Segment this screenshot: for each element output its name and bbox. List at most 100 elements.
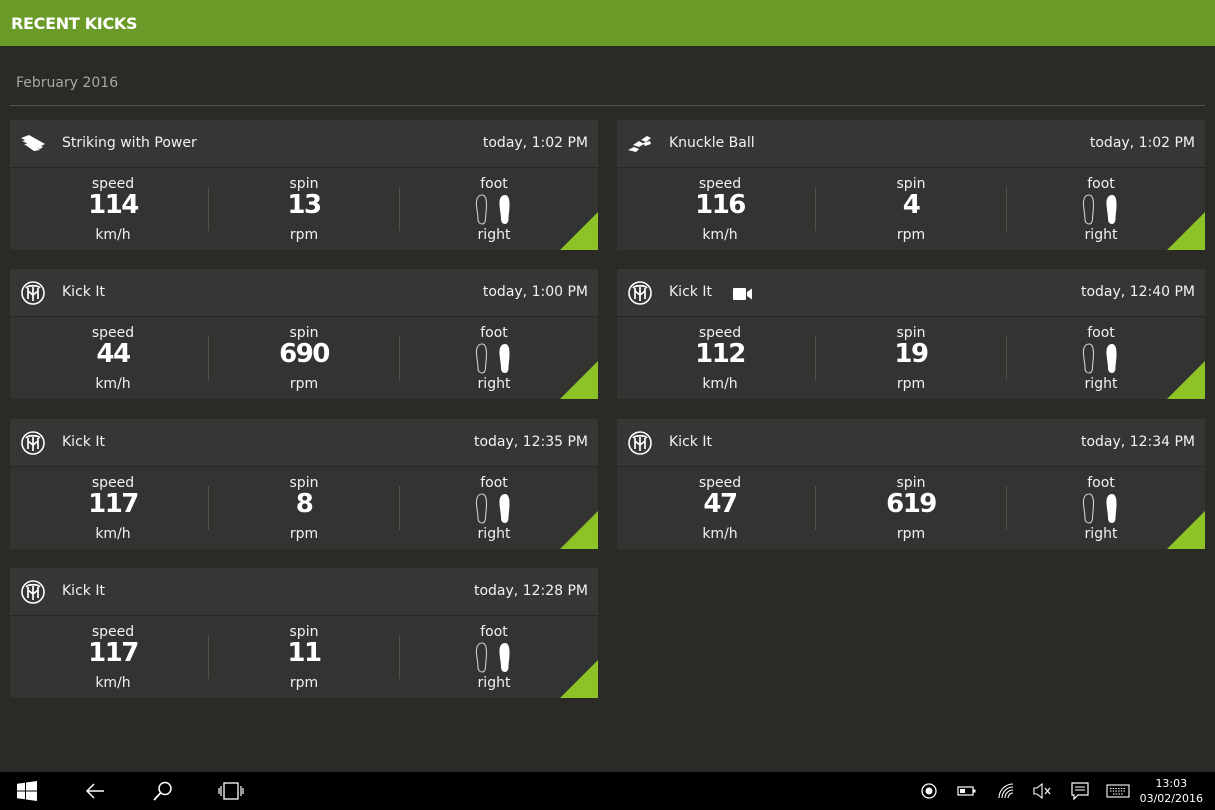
speed-unit: km/h — [702, 227, 738, 243]
kick-name: Kick It — [62, 583, 105, 599]
record-icon[interactable] — [920, 781, 938, 801]
kick-card[interactable]: Kick It today, 12:28 PM speed 117 km/h spin 11… — [10, 568, 598, 698]
kick-time: today, 1:00 PM — [482, 284, 588, 300]
keyboard-icon[interactable] — [1106, 781, 1130, 801]
kick-stats: speed 117 km/h spin 11 rpm foot right — [10, 616, 598, 698]
speed-stat: speed 47 km/h — [625, 467, 815, 549]
spin-value: 19 — [894, 339, 929, 369]
kick-card[interactable]: Kick It today, 12:35 PM speed 117 km/h spin 8 r… — [10, 419, 598, 549]
speed-unit: km/h — [702, 376, 738, 392]
taskbar-clock[interactable]: 13:03 03/02/2016 — [1140, 776, 1203, 806]
kick-name: Kick It — [62, 284, 105, 300]
kick-time: today, 12:40 PM — [1080, 284, 1195, 300]
knuckle-ball-icon — [627, 132, 653, 156]
foot-label: foot — [480, 624, 508, 640]
corner-accent — [1167, 511, 1205, 549]
feet-icon — [474, 492, 514, 524]
app-header: RECENT KICKS — [0, 0, 1215, 46]
spin-stat: spin 11 rpm — [209, 616, 399, 698]
corner-accent — [560, 660, 598, 698]
corner-accent — [1167, 361, 1205, 399]
kick-time: today, 1:02 PM — [482, 135, 588, 151]
foot-label: foot — [480, 325, 508, 341]
kick-it-icon — [20, 431, 46, 455]
kick-card[interactable]: Kick It today, 12:40 PM speed 112 km/h spin 19… — [617, 269, 1205, 399]
kick-stats: speed 117 km/h spin 8 rpm foot right — [10, 467, 598, 549]
kick-card[interactable]: Kick It today, 12:34 PM speed 47 km/h spin 619… — [617, 419, 1205, 549]
kick-name: Kick It — [62, 434, 105, 450]
kick-card[interactable]: Striking with Power today, 1:02 PM speed 11… — [10, 120, 598, 250]
kick-stats: speed 112 km/h spin 19 rpm foot right — [617, 317, 1205, 399]
feet-icon — [474, 342, 514, 374]
kick-card-header: Kick It today, 1:00 PM — [10, 269, 598, 317]
kick-time: today, 12:35 PM — [473, 434, 588, 450]
speed-value: 47 — [703, 489, 738, 519]
kick-time: today, 12:28 PM — [473, 583, 588, 599]
feet-icon — [1081, 342, 1121, 374]
kick-card-header: Kick It today, 12:35 PM — [10, 419, 598, 467]
foot-label: foot — [480, 475, 508, 491]
speed-stat: speed 112 km/h — [625, 317, 815, 399]
spin-unit: rpm — [289, 526, 319, 542]
spin-unit: rpm — [289, 675, 319, 691]
spin-stat: spin 4 rpm — [816, 168, 1006, 250]
clock-time: 13:03 — [1155, 777, 1188, 790]
speed-value: 44 — [96, 339, 131, 369]
foot-label: foot — [480, 176, 508, 192]
speed-unit: km/h — [95, 526, 131, 542]
spin-value: 4 — [902, 190, 921, 220]
kick-stats: speed 44 km/h spin 690 rpm foot right — [10, 317, 598, 399]
kick-name: Kick It — [669, 434, 712, 450]
feet-icon — [1081, 193, 1121, 225]
spin-unit: rpm — [896, 526, 926, 542]
month-label: February 2016 — [16, 75, 119, 91]
speed-stat: speed 44 km/h — [18, 317, 208, 399]
spin-stat: spin 619 rpm — [816, 467, 1006, 549]
kick-time: today, 1:02 PM — [1089, 135, 1195, 151]
back-icon[interactable] — [84, 781, 106, 801]
taskbar: 13:03 03/02/2016 — [0, 772, 1215, 810]
kick-it-icon — [20, 580, 46, 604]
spin-stat: spin 19 rpm — [816, 317, 1006, 399]
speed-stat: speed 117 km/h — [18, 467, 208, 549]
corner-accent — [560, 361, 598, 399]
foot-label: foot — [1087, 176, 1115, 192]
search-icon[interactable] — [152, 781, 174, 801]
kick-name: Striking with Power — [62, 135, 197, 151]
corner-accent — [560, 212, 598, 250]
page-title: RECENT KICKS — [11, 14, 138, 33]
wifi-icon[interactable] — [996, 781, 1016, 801]
speed-value: 116 — [695, 190, 746, 220]
speaker-muted-icon[interactable] — [1032, 781, 1052, 801]
action-center-icon[interactable] — [1070, 781, 1090, 801]
spin-value: 11 — [287, 638, 322, 668]
feet-icon — [474, 193, 514, 225]
spin-stat: spin 690 rpm — [209, 317, 399, 399]
battery-icon[interactable] — [957, 781, 977, 801]
video-camera-icon[interactable] — [733, 286, 753, 300]
section-divider — [10, 105, 1205, 106]
kick-stats: speed 114 km/h spin 13 rpm foot right — [10, 168, 598, 250]
kick-card[interactable]: Knuckle Ball today, 1:02 PM speed 116 km/h sp… — [617, 120, 1205, 250]
corner-accent — [1167, 212, 1205, 250]
task-view-icon[interactable] — [218, 781, 244, 801]
spin-value: 619 — [886, 489, 937, 519]
feet-icon — [1081, 492, 1121, 524]
speed-value: 117 — [88, 489, 139, 519]
spin-stat: spin 13 rpm — [209, 168, 399, 250]
spin-unit: rpm — [289, 376, 319, 392]
spin-unit: rpm — [896, 376, 926, 392]
feet-icon — [474, 641, 514, 673]
speed-value: 117 — [88, 638, 139, 668]
kick-it-icon — [20, 281, 46, 305]
kick-card[interactable]: Kick It today, 1:00 PM speed 44 km/h spin 690 r… — [10, 269, 598, 399]
speed-unit: km/h — [95, 675, 131, 691]
kick-stats: speed 47 km/h spin 619 rpm foot right — [617, 467, 1205, 549]
speed-stat: speed 116 km/h — [625, 168, 815, 250]
striking-power-icon — [20, 132, 46, 156]
clock-date: 03/02/2016 — [1139, 792, 1203, 805]
spin-value: 13 — [287, 190, 322, 220]
windows-start-icon[interactable] — [17, 781, 37, 801]
kick-it-icon — [627, 431, 653, 455]
corner-accent — [560, 511, 598, 549]
